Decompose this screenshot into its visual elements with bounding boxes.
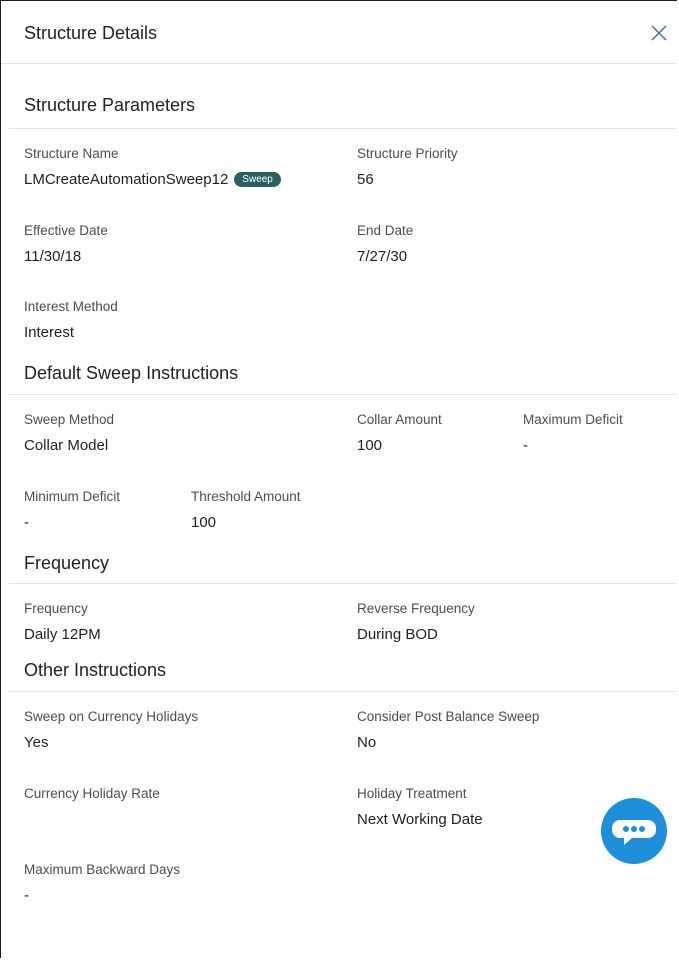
post-balance-sweep-value: No xyxy=(357,734,377,751)
holiday-treatment-label: Holiday Treatment xyxy=(357,786,467,801)
frequency-label: Frequency xyxy=(24,601,88,616)
reverse-frequency-label: Reverse Frequency xyxy=(357,601,475,616)
holiday-treatment-value: Next Working Date xyxy=(357,811,483,828)
close-icon xyxy=(651,25,667,41)
collar-amount-label: Collar Amount xyxy=(357,412,442,427)
interest-method-label: Interest Method xyxy=(24,299,118,314)
section-title-frequency: Frequency xyxy=(24,553,110,573)
interest-method-value: Interest xyxy=(24,324,75,341)
section-divider xyxy=(9,583,677,584)
structure-name-text: LMCreateAutomationSweep12 xyxy=(24,171,229,188)
maximum-deficit-label: Maximum Deficit xyxy=(523,412,623,427)
sweep-method-value: Collar Model xyxy=(24,437,109,454)
frequency-value: Daily 12PM xyxy=(24,626,101,643)
end-date-value: 7/27/30 xyxy=(357,248,408,265)
structure-name-label: Structure Name xyxy=(24,146,119,161)
post-balance-sweep-label: Consider Post Balance Sweep xyxy=(357,709,540,724)
chat-button[interactable] xyxy=(601,798,667,864)
end-date-label: End Date xyxy=(357,223,414,238)
currency-holiday-rate-label: Currency Holiday Rate xyxy=(24,786,160,801)
section-title-other-instructions: Other Instructions xyxy=(24,660,167,680)
section-divider xyxy=(9,128,677,129)
chat-bubble-icon xyxy=(612,820,656,845)
sweep-method-label: Sweep Method xyxy=(24,412,115,427)
close-button[interactable] xyxy=(647,21,671,45)
effective-date-value: 11/30/18 xyxy=(24,248,82,265)
minimum-deficit-value: - xyxy=(24,514,29,531)
structure-details-panel: Structure Details Structure Parameters S… xyxy=(0,0,677,958)
section-divider xyxy=(9,691,677,692)
threshold-amount-label: Threshold Amount xyxy=(191,489,301,504)
sweep-currency-holidays-value: Yes xyxy=(24,734,49,751)
reverse-frequency-value: During BOD xyxy=(357,626,438,643)
sweep-badge: Sweep xyxy=(234,172,281,187)
collar-amount-value: 100 xyxy=(357,437,383,454)
panel-header: Structure Details xyxy=(1,1,677,64)
section-title-default-sweep: Default Sweep Instructions xyxy=(24,363,239,383)
structure-priority-value: 56 xyxy=(357,171,374,188)
panel-title: Structure Details xyxy=(24,23,158,43)
section-divider xyxy=(9,394,677,395)
threshold-amount-value: 100 xyxy=(191,514,217,531)
maximum-backward-days-label: Maximum Backward Days xyxy=(24,862,181,877)
section-title-structure-parameters: Structure Parameters xyxy=(24,95,196,115)
structure-name-value: LMCreateAutomationSweep12 Sweep xyxy=(24,171,281,188)
maximum-deficit-value: - xyxy=(523,437,528,454)
effective-date-label: Effective Date xyxy=(24,223,108,238)
minimum-deficit-label: Minimum Deficit xyxy=(24,489,121,504)
maximum-backward-days-value: - xyxy=(24,887,29,904)
structure-priority-label: Structure Priority xyxy=(357,146,458,161)
sweep-currency-holidays-label: Sweep on Currency Holidays xyxy=(24,709,199,724)
